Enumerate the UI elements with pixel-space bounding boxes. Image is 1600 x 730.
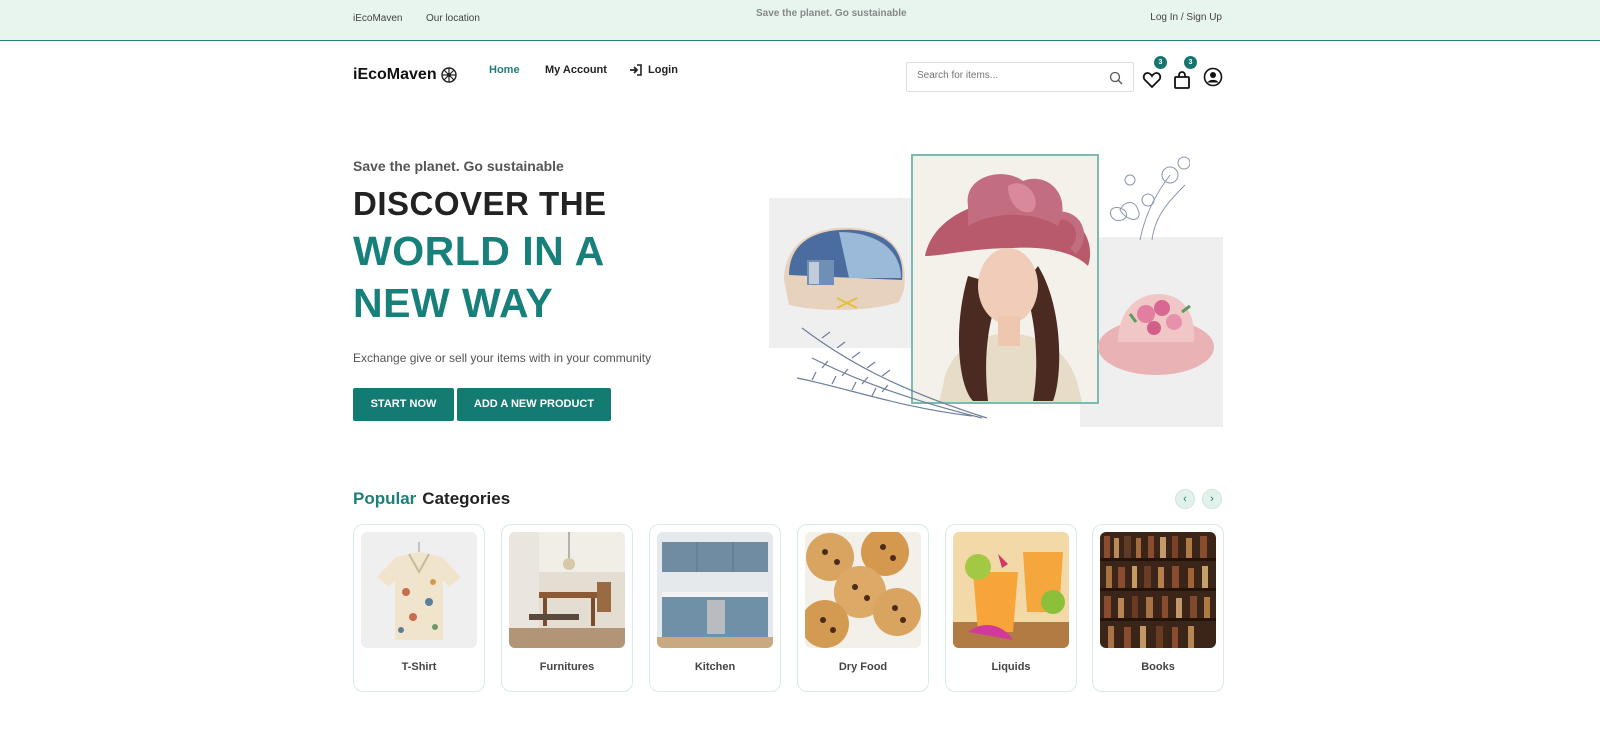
wishlist-count-badge: 3 (1154, 56, 1167, 69)
category-card-furnitures[interactable]: Furnitures (501, 524, 633, 692)
site-logo[interactable]: iEcoMaven (353, 66, 457, 84)
cart-bag-icon[interactable] (1172, 70, 1192, 90)
lavender-sketch-decoration (796, 327, 988, 419)
logo-text: iEcoMaven (353, 66, 437, 83)
chevron-right-icon: › (1210, 493, 1214, 505)
cookies-image (805, 532, 921, 648)
category-image-furnitures (509, 532, 625, 648)
nav-home-label: Home (489, 64, 520, 76)
categories-prev-button[interactable]: ‹ (1175, 489, 1195, 509)
flower-logo-icon (440, 67, 457, 83)
category-card-dry-food[interactable]: Dry Food (797, 524, 929, 692)
nav-my-account[interactable]: My Account (545, 64, 607, 76)
category-card-liquids[interactable]: Liquids (945, 524, 1077, 692)
category-label: Liquids (991, 661, 1031, 673)
category-image-tshirt (361, 532, 477, 648)
category-card-tshirt[interactable]: T-Shirt (353, 524, 485, 692)
search-icon[interactable] (1109, 71, 1123, 85)
category-card-books[interactable]: Books (1092, 524, 1224, 692)
wishlist-heart-icon[interactable] (1142, 70, 1162, 90)
flower-sketch-decoration (1109, 156, 1190, 240)
nav-account-label: My Account (545, 64, 607, 76)
start-now-button[interactable]: START NOW (353, 388, 454, 421)
category-label: Kitchen (694, 661, 736, 673)
categories-heading-rest: Categories (422, 489, 511, 508)
topbar-tagline: Save the planet. Go sustainable (756, 8, 907, 19)
login-signup-link[interactable]: Log In / Sign Up (1150, 12, 1222, 23)
drinks-image (953, 532, 1069, 648)
denim-cap-image (784, 227, 905, 310)
pink-floral-hat-image (1098, 294, 1214, 375)
category-image-kitchen (657, 532, 773, 648)
hero-heading-line1: DISCOVER THE (353, 185, 607, 222)
category-image-books (1100, 532, 1216, 648)
bookshelf-image (1100, 532, 1216, 648)
cart-count-badge: 3 (1184, 56, 1197, 69)
nav-login[interactable]: Login (629, 64, 678, 76)
category-card-kitchen[interactable]: Kitchen (649, 524, 781, 692)
categories-heading: Popular Categories (353, 489, 510, 509)
user-account-icon[interactable] (1203, 67, 1223, 87)
hero-kicker: Save the planet. Go sustainable (353, 158, 564, 174)
category-image-liquids (953, 532, 1069, 648)
category-label: Books (1141, 661, 1175, 673)
nav-login-label: Login (648, 64, 678, 76)
tshirt-image (361, 532, 477, 648)
search-box (906, 62, 1134, 92)
topbar-location-link[interactable]: Our location (426, 13, 480, 24)
category-label: T-Shirt (401, 661, 437, 673)
categories-next-button[interactable]: › (1202, 489, 1222, 509)
nav-home[interactable]: Home (489, 64, 520, 76)
chevron-left-icon: ‹ (1183, 493, 1187, 505)
hero-heading-line2: WORLD IN A (353, 228, 605, 274)
top-bar: iEcoMaven Our location Save the planet. … (0, 0, 1600, 41)
categories-heading-highlight: Popular (353, 489, 417, 508)
furniture-image (509, 532, 625, 648)
category-image-dry-food (805, 532, 921, 648)
add-product-button[interactable]: ADD A NEW PRODUCT (457, 388, 611, 421)
search-input[interactable] (917, 70, 1097, 81)
category-label: Dry Food (838, 661, 888, 673)
topbar-brand-link[interactable]: iEcoMaven (353, 13, 402, 24)
kitchen-image (657, 532, 773, 648)
category-label: Furnitures (539, 661, 595, 673)
sign-in-icon (630, 64, 642, 76)
hero-description: Exchange give or sell your items with in… (353, 351, 652, 365)
hero-heading-line3: NEW WAY (353, 280, 554, 326)
